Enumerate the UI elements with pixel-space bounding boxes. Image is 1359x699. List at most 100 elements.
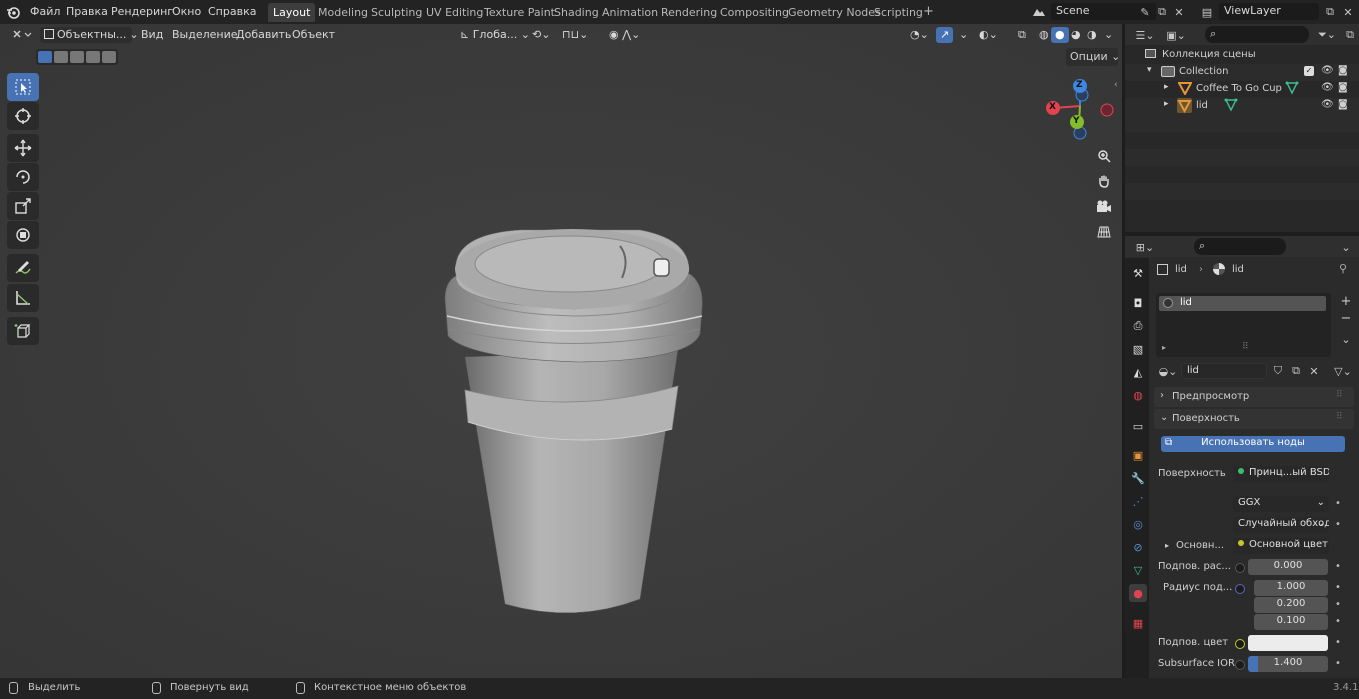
tab-layout[interactable]: Layout bbox=[268, 3, 316, 22]
keyframe-dot-icon[interactable]: • bbox=[1335, 658, 1341, 669]
socket-yellow-dot-icon[interactable] bbox=[1235, 639, 1245, 649]
remove-slot-icon[interactable]: − bbox=[1337, 309, 1355, 327]
snap-icon[interactable]: ⊓⊔⌄ bbox=[558, 27, 592, 43]
keyframe-dot-icon[interactable]: • bbox=[1335, 519, 1341, 530]
filter-icon[interactable]: ⏷⌄ bbox=[1315, 26, 1339, 44]
drag-handle-icon[interactable]: ⠿ bbox=[1336, 390, 1343, 400]
editor-type-button[interactable] bbox=[8, 27, 36, 43]
modifier-tab-icon[interactable]: 🔧 bbox=[1129, 469, 1147, 487]
distribution-dropdown[interactable]: GGX ⌄ bbox=[1233, 496, 1329, 512]
expand-arrow-icon[interactable]: ▸ bbox=[1162, 343, 1166, 352]
outliner-object-row[interactable]: ▸ Coffee To Go Cup 👁 ◙ bbox=[1125, 81, 1359, 98]
viewport-canvas[interactable] bbox=[0, 24, 1122, 678]
tab-texture-paint[interactable]: Texture Paint bbox=[479, 3, 560, 22]
subsurface-method-dropdown[interactable]: Случайный обход ⌄ bbox=[1233, 517, 1329, 533]
texture-tab-icon[interactable]: ▦ bbox=[1129, 614, 1147, 632]
rendered-shading-icon[interactable]: ◑ bbox=[1083, 27, 1101, 43]
subsurface-radius-z-field[interactable]: 0.100 bbox=[1254, 614, 1328, 630]
material-name-field[interactable]: lid bbox=[1181, 363, 1267, 379]
delete-view-layer-icon[interactable]: ✕ bbox=[1339, 3, 1357, 21]
view-layer-icon[interactable]: ▤ bbox=[1196, 3, 1218, 21]
properties-search-input[interactable]: ⌕ bbox=[1194, 238, 1286, 255]
delete-scene-icon[interactable]: ✕ bbox=[1170, 3, 1188, 21]
xray-icon[interactable]: ⧉ bbox=[1014, 27, 1030, 43]
new-scene-icon[interactable]: ⧉ bbox=[1153, 3, 1171, 21]
pivot-icon[interactable]: ⟲⌄ bbox=[528, 27, 554, 43]
menu-select[interactable]: Выделение bbox=[168, 27, 242, 43]
add-workspace-button[interactable]: + bbox=[918, 1, 939, 20]
preview-panel-header[interactable]: › Предпросмотр ⠿ bbox=[1154, 387, 1354, 407]
3d-viewport[interactable] bbox=[0, 24, 1122, 678]
menu-render[interactable]: Рендеринг bbox=[111, 5, 173, 18]
menu-window[interactable]: Окно bbox=[172, 5, 201, 18]
menu-add[interactable]: Добавить bbox=[232, 27, 295, 43]
proportional-edit-icon[interactable]: ◉ ⋀⌄ bbox=[605, 27, 644, 43]
scene-collection-row[interactable]: Коллекция сцены bbox=[1125, 47, 1359, 64]
browse-material-icon[interactable]: ◒⌄ bbox=[1156, 362, 1180, 380]
gizmo-toggle-icon[interactable]: ↗ bbox=[936, 27, 954, 43]
exclude-checkbox[interactable]: ✓ bbox=[1304, 66, 1314, 76]
new-collection-icon[interactable]: ⧉ bbox=[1341, 26, 1359, 44]
chevron-down-icon[interactable]: ⌄ bbox=[955, 27, 972, 43]
select-extend-icon[interactable] bbox=[54, 51, 68, 63]
view-layer-field[interactable]: ViewLayer bbox=[1219, 3, 1319, 20]
base-color-link-field[interactable]: Основной цвет bbox=[1233, 538, 1329, 554]
eye-icon[interactable]: 👁 bbox=[1321, 65, 1334, 76]
object-tab-icon[interactable]: ▣ bbox=[1129, 446, 1147, 464]
camera-render-icon[interactable]: ◙ bbox=[1338, 99, 1348, 110]
camera-icon[interactable] bbox=[1093, 196, 1115, 218]
chevron-down-icon[interactable]: ⌄ bbox=[1100, 27, 1117, 43]
collection-row[interactable]: ▾ Collection ✓ 👁 ◙ bbox=[1125, 64, 1359, 81]
material-slot-row[interactable]: lid bbox=[1159, 296, 1326, 311]
transform-tool[interactable] bbox=[7, 221, 39, 249]
mode-dropdown[interactable]: Объектны... ⌄ bbox=[40, 27, 139, 43]
subsurface-color-swatch[interactable] bbox=[1248, 635, 1328, 651]
select-subtract-icon[interactable] bbox=[70, 51, 84, 63]
menu-edit[interactable]: Правка bbox=[66, 5, 108, 18]
keyframe-dot-icon[interactable]: • bbox=[1335, 582, 1341, 593]
pin-icon[interactable]: ⚲ bbox=[1339, 262, 1347, 275]
blender-logo-icon[interactable] bbox=[4, 3, 22, 21]
physics-tab-icon[interactable]: ◎ bbox=[1129, 515, 1147, 533]
tool-settings-tab-icon[interactable]: ⚒ bbox=[1129, 264, 1147, 282]
solid-shading-icon[interactable]: ● bbox=[1051, 27, 1069, 43]
pan-hand-icon[interactable] bbox=[1093, 170, 1115, 192]
keyframe-dot-icon[interactable]: • bbox=[1335, 616, 1341, 627]
eye-icon[interactable]: 👁 bbox=[1321, 82, 1334, 93]
particles-tab-icon[interactable]: ⋰ bbox=[1129, 492, 1147, 510]
socket-gray-dot-icon[interactable] bbox=[1235, 563, 1245, 573]
navigation-gizmo[interactable]: Z X Y bbox=[1040, 76, 1120, 140]
socket-purple-dot-icon[interactable] bbox=[1235, 584, 1245, 594]
world-tab-icon[interactable]: ◍ bbox=[1129, 386, 1147, 404]
subsurface-field[interactable]: 0.000 bbox=[1248, 559, 1328, 575]
chevron-down-icon[interactable]: ⌄ bbox=[1337, 238, 1355, 256]
constraints-tab-icon[interactable]: ⊘ bbox=[1129, 538, 1147, 556]
outliner-object-row[interactable]: ▸ lid 👁 ◙ bbox=[1125, 98, 1359, 115]
material-shading-icon[interactable]: ◕ bbox=[1067, 27, 1085, 43]
material-link-icon[interactable]: ▽⌄ bbox=[1331, 362, 1355, 380]
fake-user-shield-icon[interactable]: ⛉ bbox=[1269, 362, 1287, 380]
eye-icon[interactable]: 👁 bbox=[1321, 99, 1334, 110]
surface-shader-field[interactable]: Принц...ый BSDF bbox=[1233, 466, 1329, 482]
mesh-data-tab-icon[interactable]: ▽ bbox=[1129, 561, 1147, 579]
select-box-tool[interactable] bbox=[7, 73, 39, 101]
expand-arrow-icon[interactable]: ▸ bbox=[1164, 82, 1169, 92]
output-tab-icon[interactable]: ⎙ bbox=[1129, 317, 1147, 335]
keyframe-dot-icon[interactable]: • bbox=[1335, 561, 1341, 572]
properties-editor-type-icon[interactable]: ⊞⌄ bbox=[1133, 238, 1157, 256]
zoom-icon[interactable] bbox=[1093, 145, 1115, 167]
outliner-editor-type-icon[interactable]: ☰⌄ bbox=[1134, 26, 1156, 44]
duplicate-material-icon[interactable]: ⧉ bbox=[1287, 362, 1305, 380]
camera-render-icon[interactable]: ◙ bbox=[1338, 82, 1348, 93]
cursor-tool[interactable] bbox=[7, 102, 39, 130]
material-tab-icon[interactable]: ● bbox=[1129, 584, 1147, 602]
display-mode-icon[interactable]: ▣⌄ bbox=[1165, 26, 1187, 44]
scene-icon[interactable] bbox=[1028, 3, 1050, 21]
pin-icon[interactable]: ✎ bbox=[1136, 3, 1154, 21]
rotate-tool[interactable] bbox=[7, 163, 39, 191]
menu-view[interactable]: Вид bbox=[137, 27, 167, 43]
subsurface-radius-y-field[interactable]: 0.200 bbox=[1254, 597, 1328, 613]
add-slot-icon[interactable]: + bbox=[1337, 292, 1355, 310]
expand-arrow-icon[interactable]: ▸ bbox=[1165, 541, 1169, 550]
view-layer-tab-icon[interactable]: ▧ bbox=[1129, 340, 1147, 358]
